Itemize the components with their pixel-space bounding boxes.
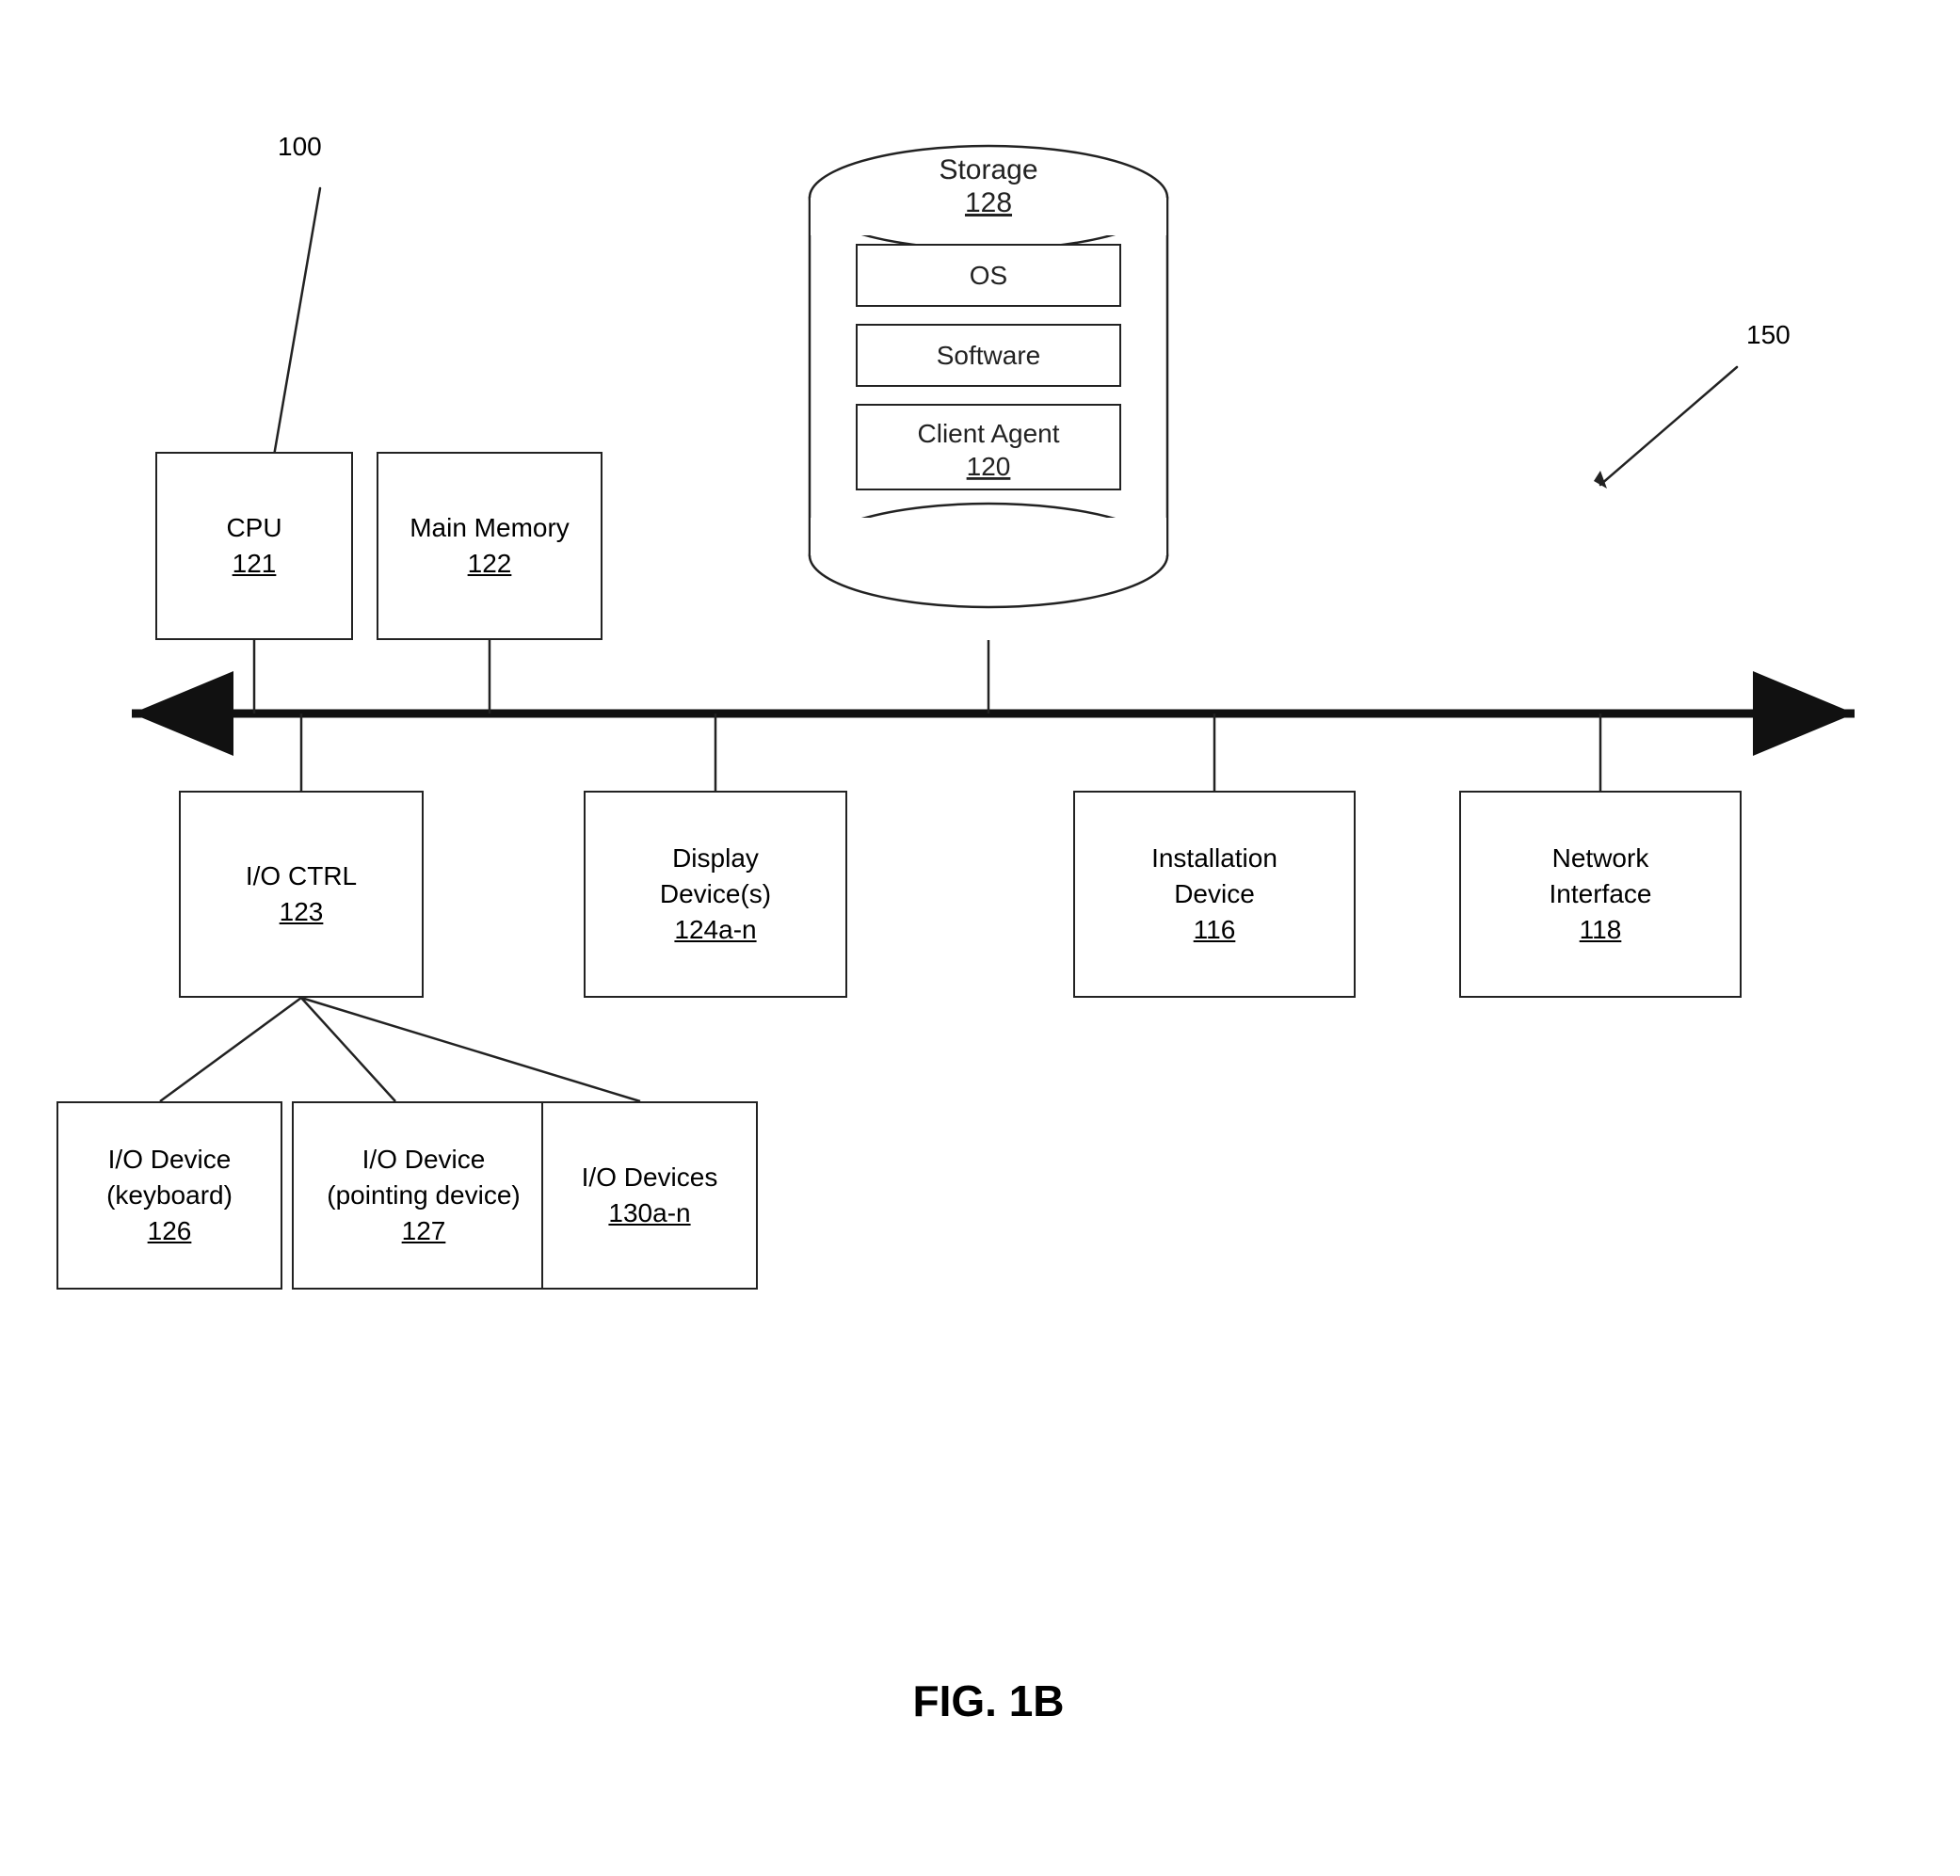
cpu-box: CPU 121	[155, 452, 353, 640]
main-memory-box: Main Memory 122	[377, 452, 602, 640]
io-devices-ref: 130a-n	[608, 1195, 690, 1231]
svg-text:Software: Software	[937, 341, 1041, 370]
display-device-box: DisplayDevice(s) 124a-n	[584, 791, 847, 998]
main-memory-label: Main Memory	[410, 510, 570, 546]
network-label: NetworkInterface	[1550, 841, 1652, 912]
ref-150-label: 150	[1746, 320, 1791, 350]
cpu-ref: 121	[233, 546, 277, 582]
fig-label: FIG. 1B	[800, 1676, 1177, 1726]
ref-100-label: 100	[278, 132, 322, 162]
diagram: 100 150 CPU 121 Main Memory 122 Storage …	[0, 0, 1960, 1876]
io-pointing-ref: 127	[402, 1213, 446, 1249]
install-ref: 116	[1194, 912, 1236, 948]
io-devices-n-box: I/O Devices 130a-n	[541, 1101, 758, 1290]
display-label: DisplayDevice(s)	[660, 841, 771, 912]
io-keyboard-box: I/O Device(keyboard) 126	[56, 1101, 282, 1290]
display-ref: 124a-n	[674, 912, 756, 948]
svg-text:128: 128	[965, 187, 1012, 218]
cylinder-svg: Storage 128 OS Software Client Agent 120	[791, 122, 1186, 649]
ioctrl-box: I/O CTRL 123	[179, 791, 424, 998]
io-pointing-box: I/O Device(pointing device) 127	[292, 1101, 555, 1290]
io-keyboard-label: I/O Device(keyboard)	[106, 1142, 233, 1213]
network-ref: 118	[1580, 912, 1622, 948]
io-keyboard-ref: 126	[148, 1213, 192, 1249]
io-devices-label: I/O Devices	[582, 1160, 718, 1195]
install-device-box: InstallationDevice 116	[1073, 791, 1356, 998]
install-label: InstallationDevice	[1151, 841, 1277, 912]
svg-text:OS: OS	[970, 261, 1007, 290]
ioctrl-label: I/O CTRL	[246, 858, 357, 894]
storage-cylinder: Storage 128 OS Software Client Agent 120	[791, 122, 1186, 649]
svg-text:120: 120	[967, 452, 1011, 481]
cpu-label: CPU	[226, 510, 281, 546]
ioctrl-ref: 123	[280, 894, 324, 930]
main-memory-ref: 122	[468, 546, 512, 582]
network-interface-box: NetworkInterface 118	[1459, 791, 1742, 998]
io-pointing-label: I/O Device(pointing device)	[327, 1142, 520, 1213]
svg-text:Client Agent: Client Agent	[918, 419, 1060, 448]
svg-text:Storage: Storage	[939, 154, 1037, 185]
